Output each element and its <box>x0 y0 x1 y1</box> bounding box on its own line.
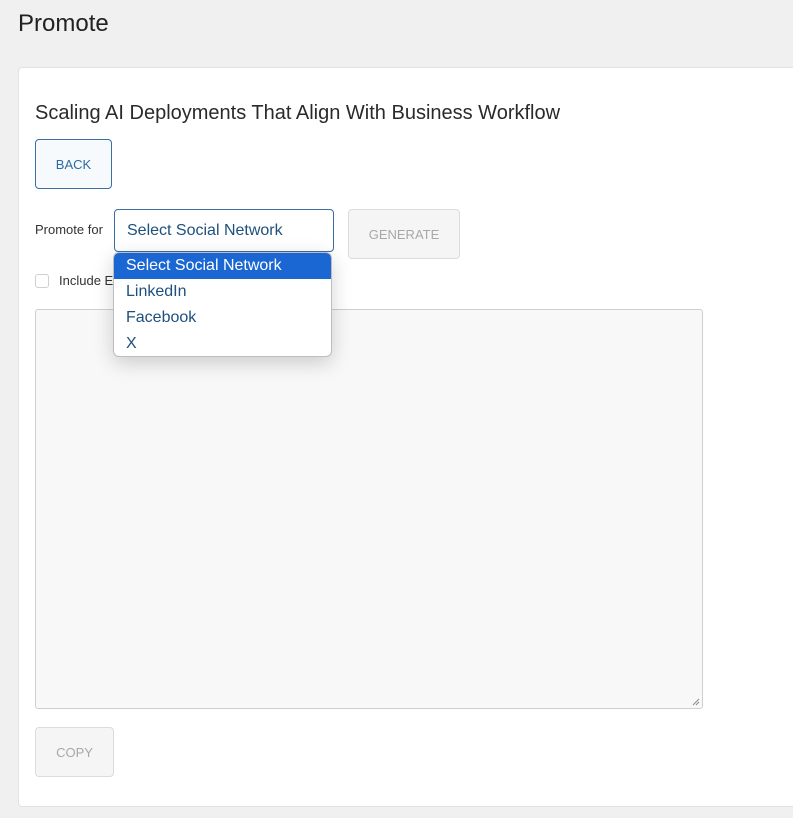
promote-card: Scaling AI Deployments That Align With B… <box>18 67 793 807</box>
social-network-select-value: Select Social Network <box>127 221 283 239</box>
output-textarea[interactable] <box>35 309 703 709</box>
article-title: Scaling AI Deployments That Align With B… <box>35 102 561 124</box>
generate-button[interactable]: GENERATE <box>348 209 460 259</box>
include-checkbox[interactable] <box>35 273 49 288</box>
dropdown-option-x[interactable]: X <box>114 331 331 356</box>
dropdown-option-linkedin[interactable]: LinkedIn <box>114 279 331 305</box>
include-checkbox-label: Include E <box>59 273 114 288</box>
dropdown-option-select-social-network[interactable]: Select Social Network <box>114 253 331 279</box>
copy-button[interactable]: COPY <box>35 727 114 777</box>
promote-for-label: Promote for <box>35 222 103 237</box>
page-title: Promote <box>18 10 109 37</box>
back-button[interactable]: BACK <box>35 139 112 189</box>
include-checkbox-row[interactable]: Include E <box>35 273 113 288</box>
social-network-dropdown: Select Social Network LinkedIn Facebook … <box>113 252 332 357</box>
promote-page: Promote Scaling AI Deployments That Alig… <box>0 0 793 818</box>
social-network-select[interactable]: Select Social Network <box>114 209 334 252</box>
resize-handle-icon[interactable] <box>692 698 700 706</box>
dropdown-option-facebook[interactable]: Facebook <box>114 305 331 331</box>
